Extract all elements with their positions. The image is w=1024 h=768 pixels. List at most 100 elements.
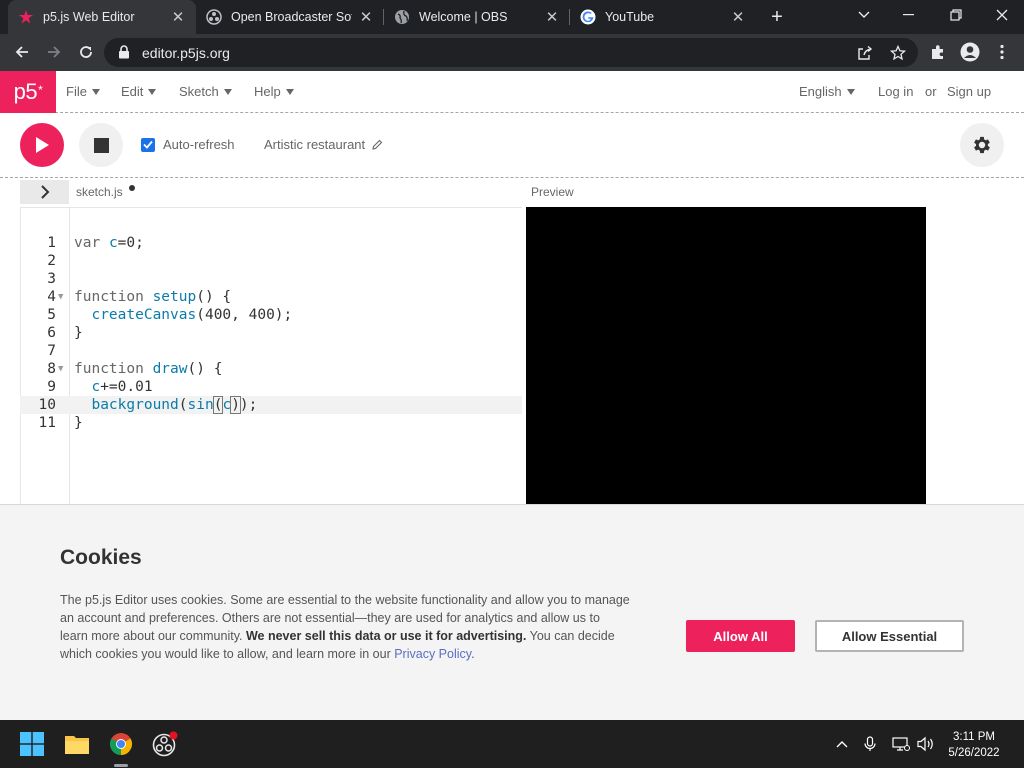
- code-line[interactable]: 7: [20, 342, 522, 360]
- tab-welcome-obs[interactable]: Welcome | OBS ✕: [384, 0, 570, 34]
- code-line[interactable]: 4 ▼ function setup() {: [20, 288, 522, 306]
- obs-taskbar-button[interactable]: [149, 728, 181, 760]
- network-tray-button[interactable]: [891, 734, 911, 754]
- share-icon[interactable]: [856, 44, 874, 62]
- menu-help[interactable]: Help: [254, 84, 294, 99]
- privacy-policy-link[interactable]: Privacy Policy: [394, 647, 471, 661]
- chevron-right-icon: [40, 185, 49, 199]
- minimize-icon: [902, 14, 914, 16]
- chrome-menu-button[interactable]: [988, 38, 1016, 66]
- signup-link[interactable]: Sign up: [947, 84, 991, 99]
- bookmark-star-icon[interactable]: [889, 44, 907, 62]
- tab-close-icon[interactable]: ✕: [730, 9, 746, 26]
- login-link[interactable]: Log in: [878, 84, 913, 99]
- fold-arrow-icon[interactable]: ▼: [58, 360, 63, 378]
- stop-button[interactable]: [79, 123, 123, 167]
- show-hidden-icons-button[interactable]: [832, 734, 852, 754]
- tab-close-icon[interactable]: ✕: [170, 9, 186, 26]
- logo-text: p5: [13, 79, 38, 104]
- code-line[interactable]: 1 var c=0;: [20, 234, 522, 252]
- p5-logo[interactable]: p5 *: [0, 71, 56, 113]
- file-explorer-button[interactable]: [61, 728, 93, 760]
- code-line[interactable]: 11 }: [20, 414, 522, 432]
- tab-p5js-editor[interactable]: p5.js Web Editor ✕: [8, 0, 196, 34]
- code-line[interactable]: 6 }: [20, 324, 522, 342]
- tab-close-icon[interactable]: ✕: [358, 9, 374, 26]
- line-number: 10: [38, 397, 56, 413]
- profile-button[interactable]: [956, 38, 984, 66]
- code-editor[interactable]: 1 var c=0; 2 3 4 ▼ function setup() { 5 …: [20, 207, 522, 508]
- auto-refresh-label: Auto-refresh: [163, 137, 235, 152]
- code-line-active[interactable]: 10 background(sin(c));: [20, 396, 522, 414]
- microphone-tray-button[interactable]: [860, 734, 880, 754]
- start-button[interactable]: [16, 728, 48, 760]
- code-text: }: [74, 325, 83, 341]
- tab-title: p5.js Web Editor: [43, 10, 135, 24]
- sketch-preview-canvas[interactable]: [526, 207, 926, 504]
- extensions-button[interactable]: [924, 38, 952, 66]
- tab-title: Open Broadcaster Software: [231, 10, 352, 24]
- menu-edit[interactable]: Edit: [121, 84, 157, 99]
- minimize-button[interactable]: [886, 0, 930, 30]
- address-bar[interactable]: editor.p5js.org: [104, 38, 918, 67]
- network-icon: [892, 737, 910, 751]
- code-line[interactable]: 8 ▼ function draw() {: [20, 360, 522, 378]
- line-number: 7: [47, 343, 56, 359]
- reload-button[interactable]: [72, 38, 100, 66]
- taskbar-clock[interactable]: 3:11 PM 5/26/2022: [942, 729, 1006, 761]
- code-text: createCanvas(400, 400);: [91, 307, 293, 323]
- sidebar-expand-button[interactable]: [20, 180, 69, 204]
- auto-refresh-toggle[interactable]: Auto-refresh: [141, 137, 235, 152]
- tab-search-button[interactable]: [842, 0, 886, 30]
- cookie-text: The p5.js Editor uses cookies. Some are …: [60, 591, 630, 663]
- code-text: }: [74, 415, 83, 431]
- code-line[interactable]: 5 createCanvas(400, 400);: [20, 306, 522, 324]
- code-line[interactable]: 3: [20, 270, 522, 288]
- p5-favicon-icon: [18, 9, 34, 25]
- or-text: or: [925, 84, 937, 99]
- code-line[interactable]: 9 c+=0.01: [20, 378, 522, 396]
- volume-tray-button[interactable]: [916, 734, 936, 754]
- active-app-indicator: [114, 764, 128, 767]
- tab-obs-software[interactable]: Open Broadcaster Software ✕: [196, 0, 384, 34]
- tab-close-icon[interactable]: ✕: [544, 9, 560, 26]
- code-text: background(sin(c));: [91, 396, 258, 414]
- code-line[interactable]: 2: [20, 252, 522, 270]
- speaker-icon: [917, 736, 933, 752]
- arrow-right-icon: [48, 46, 61, 58]
- url-text: editor.p5js.org: [142, 45, 230, 61]
- kebab-menu-icon: [1000, 44, 1004, 60]
- lock-icon: [118, 45, 130, 64]
- line-number: 2: [47, 253, 56, 269]
- chrome-taskbar-button[interactable]: [105, 728, 137, 760]
- forward-button[interactable]: [40, 38, 68, 66]
- tab-youtube[interactable]: YouTube ✕: [570, 0, 756, 34]
- close-window-button[interactable]: [980, 0, 1024, 30]
- language-selector[interactable]: English: [799, 84, 855, 99]
- menu-label: Sketch: [179, 84, 219, 99]
- new-tab-button[interactable]: +: [764, 5, 790, 29]
- chevron-down-icon: [858, 11, 870, 18]
- puzzle-icon: [932, 45, 943, 59]
- menu-file[interactable]: File: [66, 84, 100, 99]
- allow-essential-button[interactable]: Allow Essential: [815, 620, 964, 652]
- line-number: 5: [47, 307, 56, 323]
- sketch-name-label: Artistic restaurant: [264, 137, 366, 152]
- file-tab-sketch-js[interactable]: sketch.js: [76, 185, 123, 199]
- arrow-left-icon: [15, 46, 28, 58]
- unsaved-indicator: [129, 185, 135, 191]
- pencil-icon[interactable]: [371, 139, 383, 151]
- settings-button[interactable]: [960, 123, 1004, 167]
- line-number: 9: [47, 379, 56, 395]
- tab-title: YouTube: [605, 10, 655, 24]
- allow-all-button[interactable]: Allow All: [686, 620, 795, 652]
- back-button[interactable]: [8, 38, 36, 66]
- fold-arrow-icon[interactable]: ▼: [58, 288, 63, 306]
- line-number: 4: [47, 289, 56, 305]
- auto-refresh-checkbox[interactable]: [141, 137, 155, 152]
- chevron-up-icon: [836, 741, 848, 748]
- play-button[interactable]: [20, 123, 64, 167]
- menu-sketch[interactable]: Sketch: [179, 84, 232, 99]
- sketch-name[interactable]: Artistic restaurant: [264, 137, 383, 152]
- restore-button[interactable]: [934, 0, 978, 30]
